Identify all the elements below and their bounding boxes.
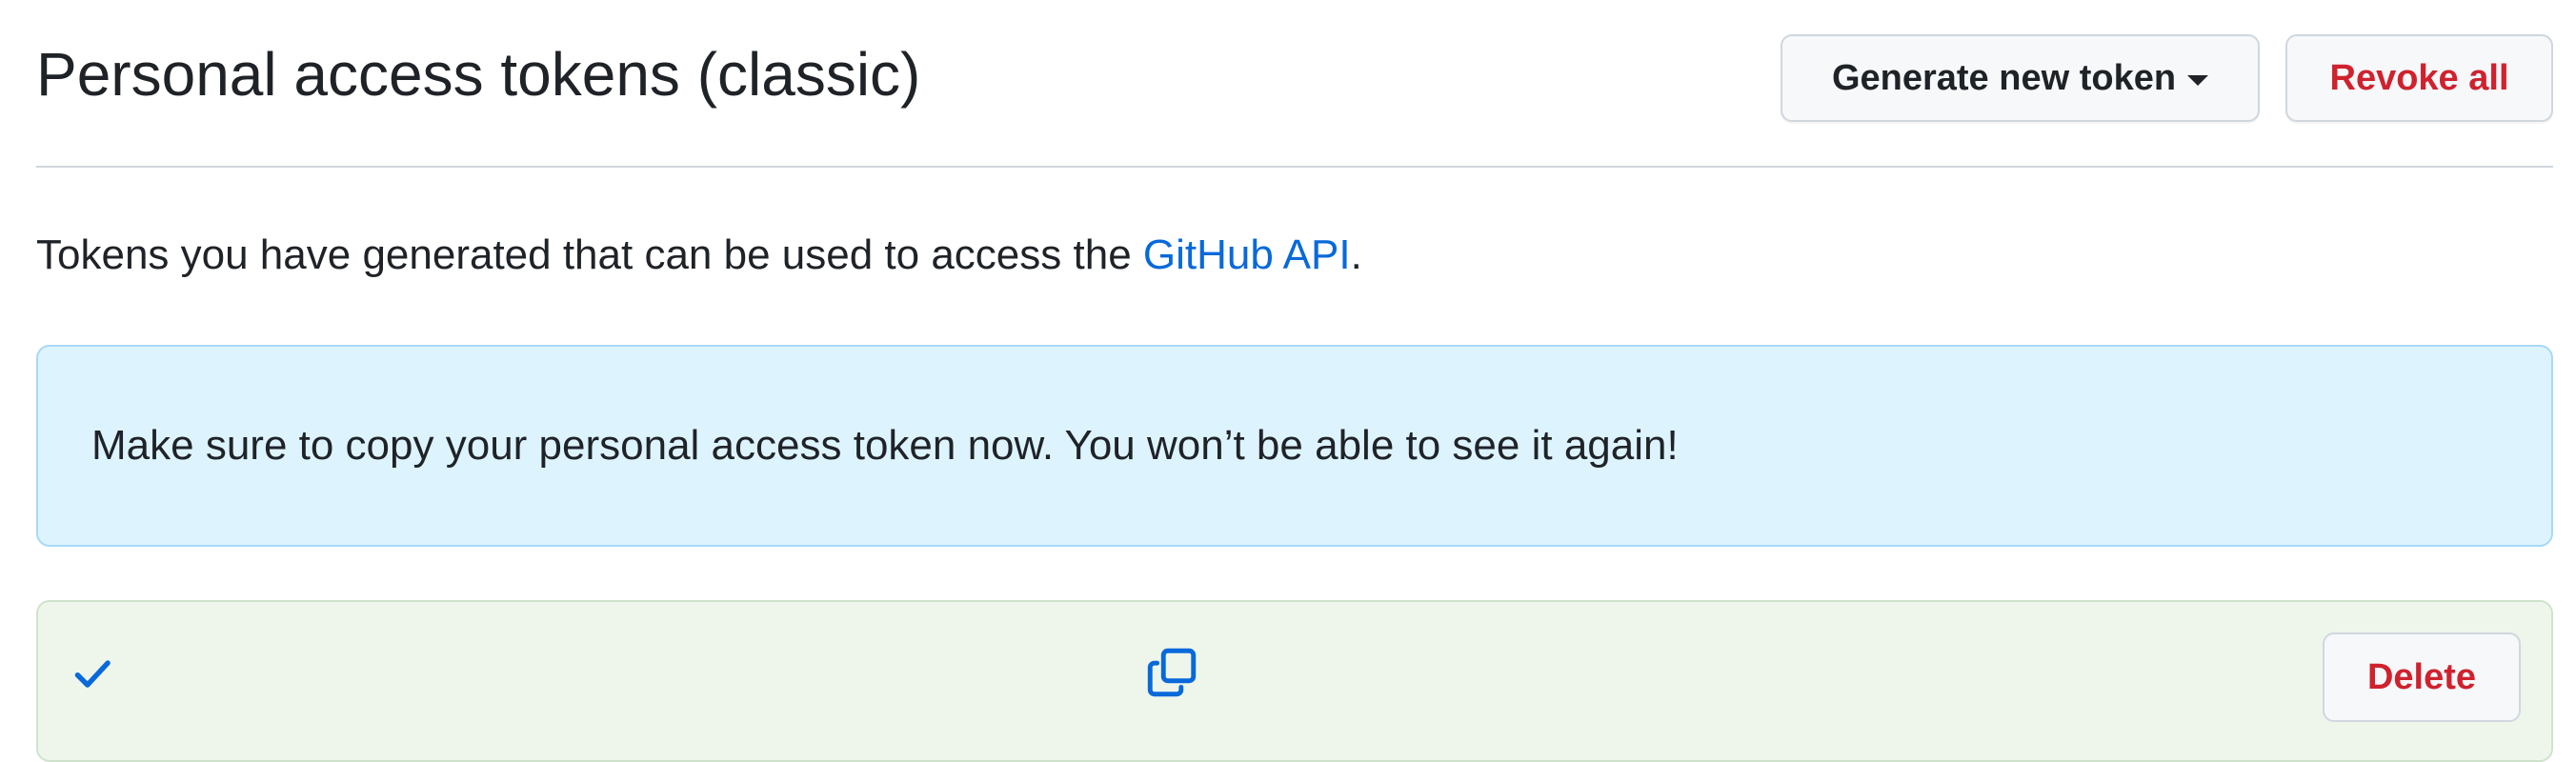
copy-token-notice: Make sure to copy your personal access t…: [36, 345, 2553, 547]
copy-token-notice-text: Make sure to copy your personal access t…: [91, 422, 1679, 469]
page-header: Personal access tokens (classic) Generat…: [36, 0, 2553, 168]
generate-new-token-button[interactable]: Generate new token: [1781, 34, 2260, 122]
new-token-row: Delete: [36, 600, 2553, 762]
page-title: Personal access tokens (classic): [36, 40, 921, 109]
page: Personal access tokens (classic) Generat…: [36, 0, 2553, 762]
delete-token-button[interactable]: Delete: [2323, 632, 2521, 722]
tokens-description: Tokens you have generated that can be us…: [36, 223, 1362, 288]
copy-icon[interactable]: [1145, 646, 1198, 699]
triangle-down-icon: [2187, 74, 2209, 86]
tokens-description-period: .: [1350, 231, 1362, 278]
revoke-all-label: Revoke all: [2329, 58, 2509, 98]
check-icon: [74, 660, 111, 688]
delete-token-label: Delete: [2366, 656, 2477, 697]
revoke-all-button[interactable]: Revoke all: [2285, 34, 2553, 122]
github-api-link[interactable]: GitHub API: [1143, 231, 1351, 278]
tokens-description-text: Tokens you have generated that can be us…: [36, 231, 1143, 278]
generate-new-token-label: Generate new token: [1831, 58, 2177, 98]
